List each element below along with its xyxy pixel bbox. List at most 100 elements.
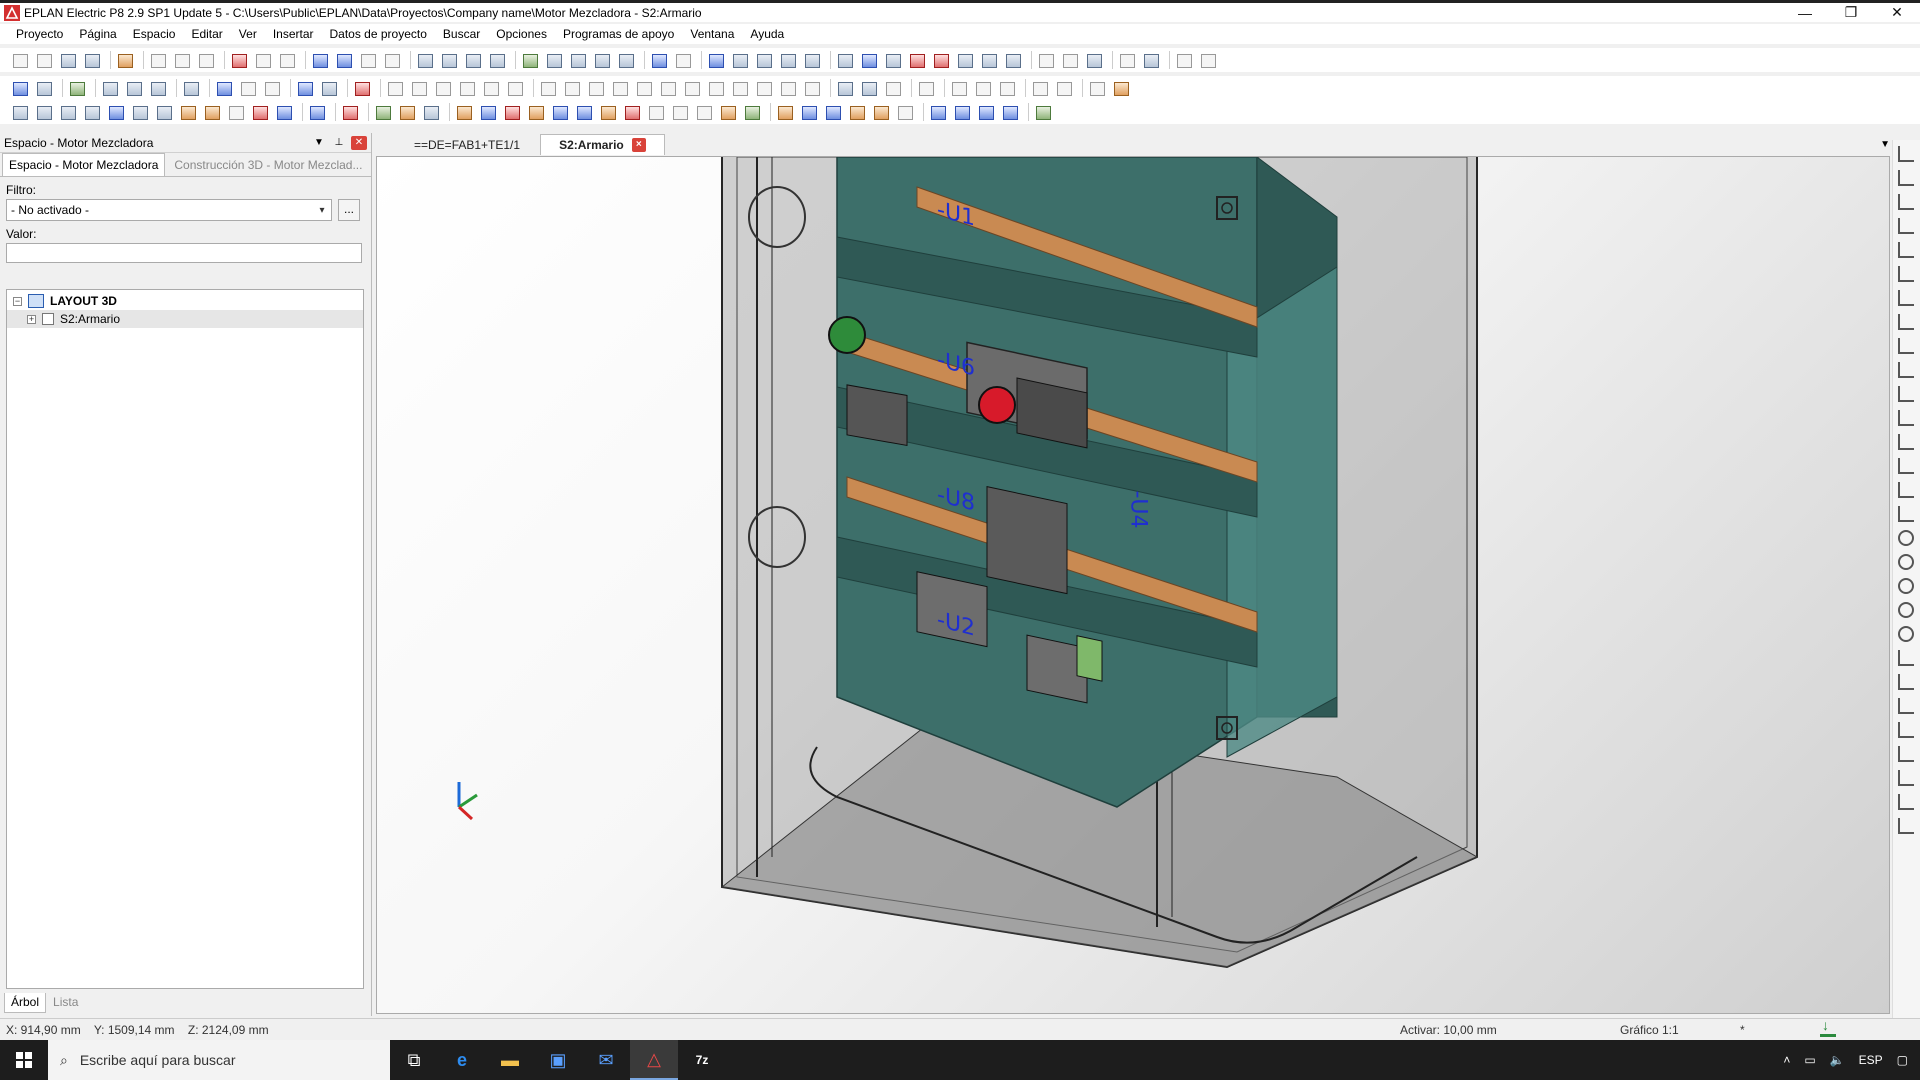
delete-icon[interactable]: [229, 51, 249, 69]
spline-icon[interactable]: [1898, 650, 1914, 666]
line-icon[interactable]: [1898, 386, 1914, 402]
omega-icon[interactable]: [226, 103, 246, 121]
layout-c-icon[interactable]: [58, 103, 78, 121]
corner-c-icon[interactable]: [1898, 194, 1914, 210]
mount-panel-icon[interactable]: [916, 79, 936, 97]
view-c-icon[interactable]: [586, 79, 606, 97]
page-prev-icon[interactable]: [439, 51, 459, 69]
tree-node-s2-armario[interactable]: + S2:Armario: [7, 310, 363, 328]
mount-b-icon[interactable]: [319, 79, 339, 97]
redo-list-icon[interactable]: [382, 51, 402, 69]
edge-browser-icon[interactable]: e: [438, 1040, 486, 1080]
corner-d-icon[interactable]: [1898, 218, 1914, 234]
eplan-taskbar-icon[interactable]: △: [630, 1040, 678, 1080]
dimension-d-icon[interactable]: [1898, 818, 1914, 834]
insert-device-icon[interactable]: [67, 79, 87, 97]
device-navigator-icon[interactable]: [10, 79, 30, 97]
text-icon[interactable]: [1898, 674, 1914, 690]
undo-icon[interactable]: [310, 51, 330, 69]
expand-icon[interactable]: +: [27, 314, 36, 324]
view-j-icon[interactable]: [754, 79, 774, 97]
file-explorer-icon[interactable]: ▬: [486, 1040, 534, 1080]
sort-icon[interactable]: [148, 79, 168, 97]
cube-b-icon[interactable]: [799, 103, 819, 121]
page-icon[interactable]: [415, 51, 435, 69]
plug-icon[interactable]: [718, 103, 738, 121]
cart-icon[interactable]: [1174, 51, 1194, 69]
filter-options-button[interactable]: ...: [338, 199, 360, 221]
shade-icon[interactable]: [859, 79, 879, 97]
magnet-off-icon[interactable]: [931, 51, 951, 69]
menu-ventana[interactable]: Ventana: [682, 24, 742, 44]
back-arrow-icon[interactable]: [649, 51, 669, 69]
dimension-b-icon[interactable]: [1898, 770, 1914, 786]
shield-c-icon[interactable]: [976, 103, 996, 121]
snap-point-icon[interactable]: [859, 51, 879, 69]
new-icon[interactable]: [10, 51, 30, 69]
place-c-icon[interactable]: [262, 79, 282, 97]
gear-d-icon[interactable]: [526, 103, 546, 121]
grid-icon[interactable]: [706, 51, 726, 69]
cube-a-icon[interactable]: [775, 103, 795, 121]
shield-d-icon[interactable]: [1000, 103, 1020, 121]
tabs-dropdown-icon[interactable]: ▼: [1880, 139, 1890, 150]
drill-icon[interactable]: [1030, 79, 1050, 97]
wire-route-icon[interactable]: [1060, 51, 1080, 69]
gear-icon[interactable]: [454, 103, 474, 121]
renumber-icon[interactable]: [124, 79, 144, 97]
align-icon[interactable]: [181, 79, 201, 97]
fit-icon[interactable]: [1141, 51, 1161, 69]
measure-icon[interactable]: [979, 51, 999, 69]
view-i-icon[interactable]: [730, 79, 750, 97]
grid-setting[interactable]: Activar: 10,00 mm: [1400, 1023, 1620, 1037]
part-e-icon[interactable]: [481, 79, 501, 97]
snap-grid-icon[interactable]: [835, 51, 855, 69]
line-b-icon[interactable]: [1898, 410, 1914, 426]
mount-icon[interactable]: [295, 79, 315, 97]
forward-arrow-icon[interactable]: [673, 51, 693, 69]
redo-icon[interactable]: [358, 51, 378, 69]
paste-icon[interactable]: [196, 51, 216, 69]
refresh-icon[interactable]: [520, 51, 540, 69]
undo-list-icon[interactable]: [334, 51, 354, 69]
junction-icon[interactable]: [1898, 338, 1914, 354]
tab-arbol[interactable]: Árbol: [4, 993, 47, 1013]
zoom-out-icon[interactable]: [592, 51, 612, 69]
layout-i-icon[interactable]: [202, 103, 222, 121]
network-icon[interactable]: ▭: [1804, 1053, 1815, 1067]
menu-pagina[interactable]: Página: [71, 24, 124, 44]
page-next-icon[interactable]: [463, 51, 483, 69]
drill-b-icon[interactable]: [1054, 79, 1074, 97]
layout-g-icon[interactable]: [154, 103, 174, 121]
bar-icon[interactable]: [646, 103, 666, 121]
branch-b-icon[interactable]: [1898, 266, 1914, 282]
zoom-in-icon[interactable]: [568, 51, 588, 69]
store-icon[interactable]: ▣: [534, 1040, 582, 1080]
junction-b-icon[interactable]: [1898, 362, 1914, 378]
branch-a-icon[interactable]: [1898, 242, 1914, 258]
dimension-icon[interactable]: [1117, 51, 1137, 69]
circle-icon[interactable]: [1898, 530, 1914, 546]
rail-icon[interactable]: [949, 79, 969, 97]
bar-c-icon[interactable]: [694, 103, 714, 121]
bar-b-icon[interactable]: [670, 103, 690, 121]
arc-b-icon[interactable]: [1898, 602, 1914, 618]
circle-b-icon[interactable]: [1898, 554, 1914, 570]
7zip-icon[interactable]: 7z: [678, 1040, 726, 1080]
ellipse-icon[interactable]: [1898, 626, 1914, 642]
pin-icon[interactable]: ⊥: [331, 136, 347, 150]
value-field[interactable]: [6, 243, 362, 263]
wireframe-icon[interactable]: [883, 79, 903, 97]
hide-icon[interactable]: [835, 79, 855, 97]
view-b-icon[interactable]: [562, 79, 582, 97]
tab-document-schematic[interactable]: ==DE=FAB1+TE1/1: [396, 135, 538, 155]
plug-b-icon[interactable]: [742, 103, 762, 121]
hyperlink-icon[interactable]: [1898, 722, 1914, 738]
taskbar-search[interactable]: ⌕ Escribe aquí para buscar: [48, 1040, 390, 1080]
part-icon[interactable]: [385, 79, 405, 97]
view-a-icon[interactable]: [538, 79, 558, 97]
move-icon[interactable]: [1111, 79, 1131, 97]
download-icon[interactable]: [1820, 1017, 1836, 1037]
zoom-window-icon[interactable]: [544, 51, 564, 69]
chevron-down-icon[interactable]: ▼: [311, 136, 327, 150]
